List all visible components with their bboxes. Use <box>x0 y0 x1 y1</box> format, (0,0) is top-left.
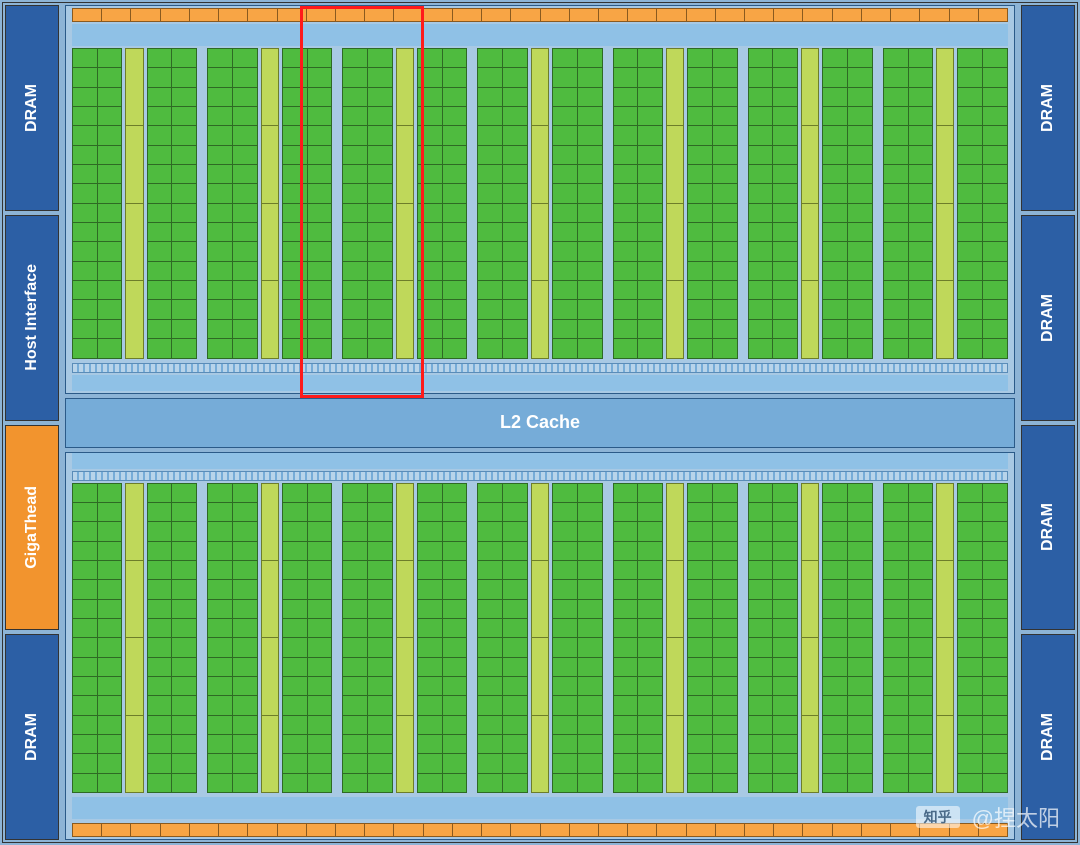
sfu-block <box>666 483 684 794</box>
cuda-core-block <box>72 48 122 359</box>
interconnect-strip <box>72 375 1008 391</box>
cuda-core-block <box>147 48 197 359</box>
cuda-core-block <box>957 48 1007 359</box>
sm-row <box>72 48 1008 359</box>
sfu-block <box>261 48 279 359</box>
side-block-label: DRAM <box>1039 503 1057 551</box>
sm-cluster <box>477 48 602 359</box>
gpc-band-bottom <box>65 452 1015 841</box>
left-side-column: DRAM Host Interface GigaThead DRAM <box>3 3 61 842</box>
cuda-core-block <box>282 48 332 359</box>
sfu-block <box>936 48 954 359</box>
cuda-core-block <box>207 48 257 359</box>
sm-cluster <box>613 483 738 794</box>
sfu-block <box>666 48 684 359</box>
sfu-block <box>531 48 549 359</box>
cuda-core-block <box>477 483 527 794</box>
cuda-core-block <box>342 483 392 794</box>
side-block-dram: DRAM <box>5 634 59 840</box>
zhihu-logo-icon: 知乎 <box>916 806 960 828</box>
cuda-core-block <box>748 48 798 359</box>
gpc-band-top <box>65 5 1015 394</box>
cuda-core-block <box>417 483 467 794</box>
scheduler-strip <box>72 797 1008 819</box>
side-block-label: Host Interface <box>23 264 41 371</box>
cuda-core-block <box>883 48 933 359</box>
cuda-core-block <box>342 48 392 359</box>
texture-strip <box>72 471 1008 481</box>
side-block-gigathead: GigaThead <box>5 425 59 631</box>
cuda-core-block <box>552 483 602 794</box>
sm-cluster <box>748 48 873 359</box>
side-block-label: GigaThead <box>23 486 41 569</box>
center-area: L2 Cache <box>61 3 1019 842</box>
sm-cluster <box>207 483 332 794</box>
cuda-core-block <box>687 483 737 794</box>
side-block-dram: DRAM <box>1021 425 1075 631</box>
cuda-core-block <box>957 483 1007 794</box>
sfu-block <box>936 483 954 794</box>
sm-cluster <box>748 483 873 794</box>
scheduler-strip <box>72 24 1008 46</box>
side-block-dram: DRAM <box>1021 215 1075 421</box>
sfu-block <box>125 48 143 359</box>
sm-cluster <box>477 483 602 794</box>
cuda-core-block <box>822 483 872 794</box>
sfu-block <box>801 483 819 794</box>
sm-cluster <box>207 48 332 359</box>
sfu-block <box>125 483 143 794</box>
side-block-label: DRAM <box>1039 84 1057 132</box>
texture-strip <box>72 363 1008 373</box>
cuda-core-block <box>613 483 663 794</box>
side-block-label: DRAM <box>23 84 41 132</box>
sm-row <box>72 483 1008 794</box>
cuda-core-block <box>687 48 737 359</box>
sm-cluster <box>342 483 467 794</box>
cuda-core-block <box>748 483 798 794</box>
sfu-block <box>261 483 279 794</box>
cuda-core-block <box>147 483 197 794</box>
cuda-core-block <box>883 483 933 794</box>
watermark: 知乎 @捏太阳 <box>916 801 1060 833</box>
sfu-block <box>396 483 414 794</box>
sm-cluster <box>613 48 738 359</box>
side-block-host-interface: Host Interface <box>5 215 59 421</box>
cuda-core-block <box>207 483 257 794</box>
sm-cluster <box>72 483 197 794</box>
gpu-block-diagram: DRAM Host Interface GigaThead DRAM L2 Cache… <box>2 2 1078 843</box>
l2-cache: L2 Cache <box>65 398 1015 448</box>
sfu-block <box>396 48 414 359</box>
raster-strip <box>72 823 1008 837</box>
cuda-core-block <box>477 48 527 359</box>
side-block-dram: DRAM <box>5 5 59 211</box>
interconnect-strip <box>72 453 1008 469</box>
cuda-core-block <box>282 483 332 794</box>
sm-cluster <box>883 483 1008 794</box>
cuda-core-block <box>613 48 663 359</box>
right-side-column: DRAM DRAM DRAM DRAM <box>1019 3 1077 842</box>
sfu-block <box>801 48 819 359</box>
cuda-core-block <box>552 48 602 359</box>
side-block-label: DRAM <box>23 713 41 761</box>
cuda-core-block <box>822 48 872 359</box>
sfu-block <box>531 483 549 794</box>
side-block-label: DRAM <box>1039 713 1057 761</box>
sm-cluster <box>883 48 1008 359</box>
cuda-core-block <box>72 483 122 794</box>
sm-cluster <box>72 48 197 359</box>
cuda-core-block <box>417 48 467 359</box>
side-block-label: DRAM <box>1039 294 1057 342</box>
side-block-dram: DRAM <box>1021 5 1075 211</box>
raster-strip <box>72 8 1008 22</box>
sm-cluster <box>342 48 467 359</box>
l2-cache-label: L2 Cache <box>500 412 580 433</box>
watermark-user: @捏太阳 <box>972 801 1060 833</box>
